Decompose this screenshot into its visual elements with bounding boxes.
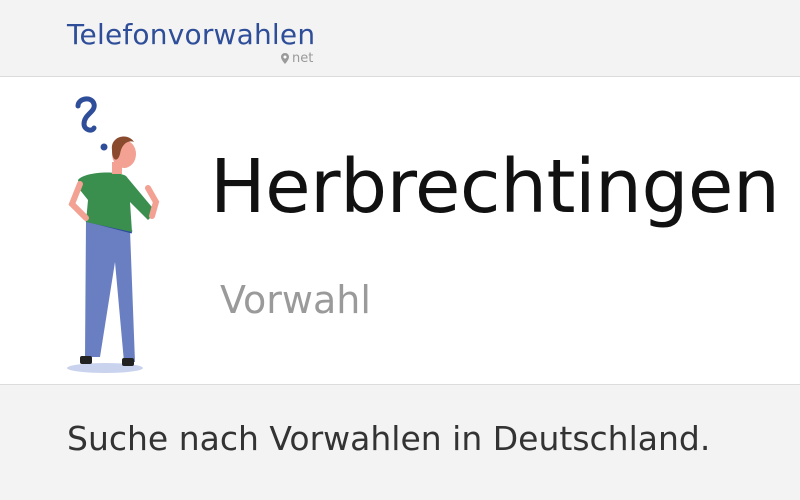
map-pin-icon bbox=[280, 53, 289, 64]
city-heading: Herbrechtingen bbox=[210, 144, 780, 230]
thinking-person-illustration bbox=[67, 96, 160, 373]
logo-text: Telefonvorwahlen bbox=[67, 18, 316, 51]
logo-suffix-text: net bbox=[291, 51, 314, 66]
logo-suffix: net bbox=[280, 51, 314, 66]
site-header: Telefonvorwahlen net bbox=[0, 0, 800, 77]
question-mark-icon bbox=[75, 96, 97, 133]
hero-section: Herbrechtingen Vorwahl bbox=[0, 77, 800, 385]
page-subtitle: Vorwahl bbox=[220, 278, 371, 322]
search-prompt: Suche nach Vorwahlen in Deutschland. bbox=[67, 419, 711, 458]
site-logo[interactable]: Telefonvorwahlen net bbox=[67, 18, 316, 66]
